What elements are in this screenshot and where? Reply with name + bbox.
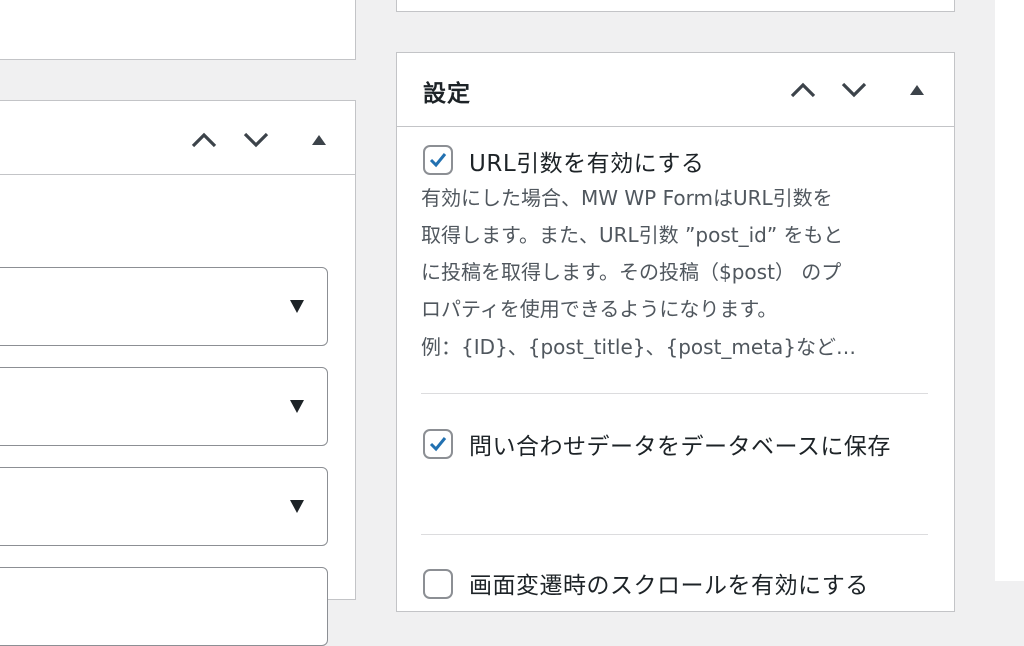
triangle-down-icon [290, 500, 304, 513]
settings-panel-title: 設定 [423, 81, 471, 107]
option-divider [421, 393, 928, 394]
description-line: 有効にした場合、MW WP FormはURL引数を [421, 186, 833, 210]
select-field-2[interactable] [0, 367, 328, 446]
left-move-down-button[interactable] [239, 123, 273, 157]
settings-header-divider [397, 126, 954, 127]
triangle-down-icon [290, 400, 304, 413]
description-line: 取得します。また、URL引数 ”post_id” をもと [421, 223, 844, 247]
chevron-up-icon [790, 82, 816, 98]
scroll-checkbox[interactable] [423, 569, 453, 599]
chevron-up-icon [191, 132, 217, 148]
left-toggle-panel-button[interactable] [305, 127, 333, 153]
settings-move-down-button[interactable] [837, 73, 871, 107]
select-field-3[interactable] [0, 467, 328, 546]
triangle-up-icon [312, 135, 326, 145]
right-edge-strip [995, 0, 1024, 581]
triangle-up-icon [910, 85, 924, 95]
checkmark-icon [429, 437, 447, 452]
chevron-down-icon [243, 132, 269, 148]
option-divider [421, 534, 928, 535]
url-args-label[interactable]: URL引数を有効にする [469, 144, 704, 178]
left-metabox [0, 100, 356, 646]
left-metabox-header-divider [0, 174, 355, 175]
scroll-label[interactable]: 画面変遷時のスクロールを有効にする [469, 566, 869, 600]
description-line: に投稿を取得します。その投稿（$post） のプ [421, 260, 842, 284]
settings-toggle-panel-button[interactable] [903, 77, 931, 103]
save-to-db-checkbox[interactable] [423, 429, 453, 459]
description-line: ロパティを使用できるようになります。 [421, 297, 778, 321]
settings-move-up-button[interactable] [786, 73, 820, 107]
select-field-4[interactable] [0, 567, 328, 646]
url-args-description: 有効にした場合、MW WP FormはURL引数を 取得します。また、URL引数… [421, 180, 936, 328]
left-top-panel [0, 0, 356, 60]
url-args-checkbox[interactable] [423, 145, 453, 175]
left-move-up-button[interactable] [187, 123, 221, 157]
chevron-down-icon [841, 82, 867, 98]
save-to-db-label[interactable]: 問い合わせデータをデータベースに保存 [469, 427, 929, 468]
url-args-example: 例：{ID}、{post_title}、{post_meta}など… [421, 335, 857, 359]
checkmark-icon [429, 153, 447, 168]
triangle-down-icon [290, 300, 304, 313]
select-field-1[interactable] [0, 267, 328, 346]
right-top-panel [396, 0, 955, 12]
